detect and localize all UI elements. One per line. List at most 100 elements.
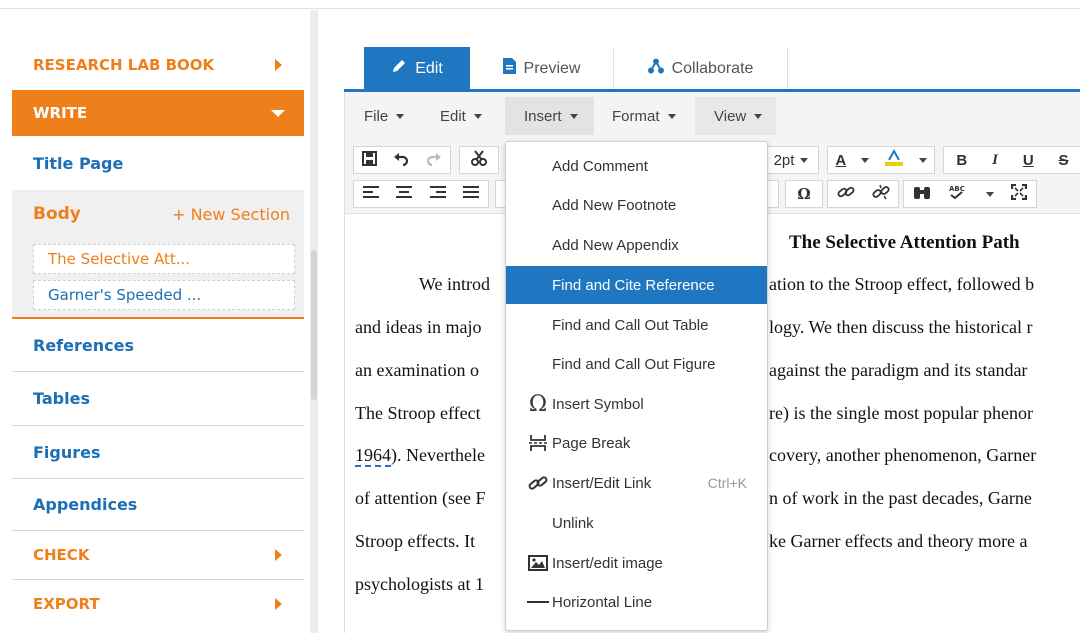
menu-label: File (364, 107, 389, 125)
italic-button[interactable]: I (992, 152, 998, 169)
sidebar-scrollbar[interactable] (310, 10, 318, 633)
font-size-select[interactable]: 2pt (763, 146, 819, 174)
menu-label: Format (612, 107, 660, 125)
toolbar-group-align (353, 180, 489, 208)
special-character-button[interactable]: Ω (785, 180, 823, 208)
scrollbar-thumb[interactable] (311, 250, 317, 400)
text-color-icon[interactable]: A (835, 152, 846, 169)
sidebar-body-group: Body + New Section The Selective Att... … (12, 190, 304, 318)
sidebar-item-tables[interactable]: Tables (12, 372, 304, 425)
unlink-icon[interactable] (871, 184, 890, 204)
menu-item-find-cite-reference[interactable]: Find and Cite Reference (506, 266, 767, 304)
sidebar-section-check[interactable]: CHECK (12, 531, 304, 579)
menu-insert[interactable]: Insert (505, 97, 594, 135)
align-justify-icon[interactable] (463, 185, 480, 203)
caret-down-icon[interactable] (918, 157, 927, 163)
highlight-color-icon[interactable] (884, 148, 904, 171)
spellcheck-icon[interactable]: ABC (948, 184, 968, 204)
sidebar-item-label: EXPORT (33, 595, 100, 613)
menu-item-label: Insert/edit image (552, 554, 663, 572)
find-binoculars-icon[interactable] (913, 185, 931, 204)
doc-text: The Stroop effect (355, 403, 481, 423)
cut-button[interactable] (459, 146, 499, 174)
menu-item-label: Find and Call Out Figure (552, 355, 716, 373)
caret-down-icon[interactable] (985, 191, 994, 197)
menu-item-add-comment[interactable]: Add Comment (506, 147, 767, 185)
menu-item-label: Insert Symbol (552, 395, 644, 413)
menu-item-horizontal-line[interactable]: Horizontal Line (506, 583, 767, 621)
menu-item-label: Horizontal Line (552, 593, 653, 611)
top-divider (0, 8, 1080, 9)
editor-tabs: Edit Preview Collaborate (344, 47, 1080, 90)
doc-text: covery, another phenomenon, Garner (769, 445, 1037, 465)
bold-button[interactable]: B (956, 152, 967, 169)
sidebar-section-export[interactable]: EXPORT (12, 580, 304, 628)
menu-item-unlink[interactable]: Unlink (506, 504, 767, 542)
sidebar-item-body[interactable]: Body (33, 204, 81, 224)
shortcut-label: Ctrl+K (707, 475, 747, 491)
sidebar-item-label: WRITE (33, 104, 88, 122)
menu-file[interactable]: File (345, 97, 418, 135)
tab-label: Collaborate (671, 59, 754, 77)
menu-item-label: Add New Appendix (552, 236, 679, 254)
doc-text: 1964). Neverthele (355, 445, 485, 467)
sidebar-item-label: References (33, 335, 134, 355)
tab-collaborate[interactable]: Collaborate (614, 47, 788, 90)
fullscreen-icon[interactable] (1011, 183, 1028, 204)
menu-item-insert-symbol[interactable]: Ω Insert Symbol (506, 385, 767, 423)
tab-edit[interactable]: Edit (364, 47, 470, 90)
omega-icon: Ω (797, 185, 811, 203)
menu-format[interactable]: Format (593, 97, 690, 135)
menu-item-add-footnote[interactable]: Add New Footnote (506, 186, 767, 224)
align-right-icon[interactable] (429, 185, 446, 203)
section-item-selective-attention[interactable]: The Selective Att... (33, 244, 295, 274)
toolbar-group-text-style: B I U S (943, 146, 1080, 174)
tab-preview[interactable]: Preview (470, 47, 614, 90)
sidebar-item-figures[interactable]: Figures (12, 426, 304, 478)
sidebar-item-label: RESEARCH LAB BOOK (33, 56, 215, 74)
sidebar-item-title-page[interactable]: Title Page (12, 136, 304, 190)
doc-text: re) is the single most popular phenor (769, 403, 1033, 423)
align-center-icon[interactable] (396, 185, 413, 203)
doc-text: psychologists at 1 (355, 574, 484, 594)
menu-label: Insert (524, 107, 562, 125)
menu-item-add-appendix[interactable]: Add New Appendix (506, 226, 767, 264)
doc-text: Stroop effects. It (355, 531, 476, 551)
chevron-down-icon (271, 109, 285, 117)
caret-down-icon[interactable] (861, 157, 870, 163)
chevron-right-icon (275, 59, 282, 71)
section-item-garners-speeded[interactable]: Garner's Speeded ... (33, 280, 295, 310)
underline-button[interactable]: U (1023, 152, 1034, 169)
tab-label: Edit (415, 59, 443, 77)
undo-icon[interactable] (393, 151, 409, 170)
new-section-button[interactable]: + New Section (172, 205, 290, 224)
chevron-right-icon (275, 598, 282, 610)
scissors-icon (471, 150, 487, 170)
sidebar-item-references[interactable]: References (12, 319, 304, 371)
caret-down-icon (396, 113, 405, 119)
menubar: File Edit Insert Format View (345, 92, 1080, 140)
menu-item-find-table[interactable]: Find and Call Out Table (506, 306, 767, 344)
strikethrough-button[interactable]: S (1059, 152, 1069, 169)
menu-item-page-break[interactable]: Page Break (506, 424, 767, 462)
sidebar-section-research-lab-book[interactable]: RESEARCH LAB BOOK (12, 40, 304, 90)
menu-item-label: Page Break (552, 434, 631, 452)
save-icon[interactable] (362, 150, 378, 170)
link-icon[interactable] (837, 184, 855, 204)
doc-text: ). Neverthele (391, 445, 485, 465)
spelling-flag: 1964 (355, 445, 391, 467)
redo-icon[interactable] (426, 151, 442, 170)
menu-item-find-figure[interactable]: Find and Call Out Figure (506, 345, 767, 383)
sidebar-item-appendices[interactable]: Appendices (12, 479, 304, 530)
toolbar-group-links (827, 180, 899, 208)
menu-view[interactable]: View (695, 97, 777, 135)
doc-text: logy. We then discuss the historical r (769, 317, 1033, 337)
menu-item-insert-link[interactable]: Insert/Edit Link Ctrl+K (506, 464, 767, 502)
sidebar-section-write[interactable]: WRITE (12, 90, 304, 136)
menu-item-insert-image[interactable]: Insert/edit image (506, 544, 767, 582)
doc-text: ke Garner effects and theory more a (769, 531, 1028, 551)
tab-label: Preview (523, 59, 581, 77)
align-left-icon[interactable] (362, 185, 379, 203)
menu-item-label: Unlink (552, 514, 594, 532)
menu-edit[interactable]: Edit (421, 97, 496, 135)
